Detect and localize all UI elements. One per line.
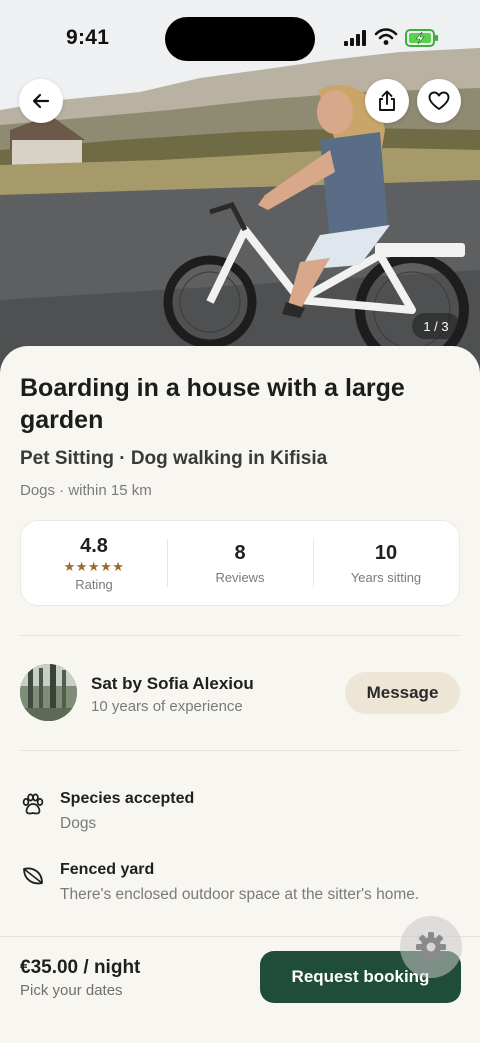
stat-rating[interactable]: 4.8 ★★★★★ Rating	[21, 521, 167, 605]
stats-card: 4.8 ★★★★★ Rating 8 Reviews 10 Years sitt…	[20, 520, 460, 606]
feature-species: Species accepted Dogs	[20, 790, 460, 840]
feature-desc: There's enclosed outdoor space at the si…	[60, 886, 420, 903]
rating-value: 4.8	[80, 534, 108, 557]
years-value: 10	[374, 541, 398, 564]
feature-desc: Dogs	[60, 815, 97, 832]
battery-charging-icon	[405, 29, 438, 47]
reviews-label: Reviews	[215, 569, 265, 585]
feature-fenced-yard: Fenced yard There's enclosed outdoor spa…	[20, 861, 460, 931]
heart-icon	[428, 91, 450, 110]
photo-counter: 1 / 3	[412, 313, 460, 339]
feature-title: Fenced yard	[60, 861, 155, 878]
back-button[interactable]	[19, 79, 63, 123]
message-button[interactable]: Message	[345, 672, 460, 714]
divider	[20, 635, 460, 636]
feature-title: Species accepted	[60, 790, 195, 807]
settings-fab[interactable]	[400, 916, 462, 978]
paw-icon	[22, 793, 44, 815]
host-name: Sat by Sofia Alexiou	[91, 674, 254, 693]
reviews-value: 8	[234, 541, 246, 564]
status-bar: 9:41	[0, 0, 480, 80]
host-experience: 10 years of experience	[91, 698, 243, 715]
rating-label: Rating	[75, 576, 113, 592]
listing-screen: 9:41 1 / 3 Boarding in a house with a la…	[0, 0, 480, 1043]
price-per-night: €35.00 / night	[20, 957, 141, 978]
wifi-icon	[374, 28, 398, 45]
stat-years: 10 Years sitting	[313, 521, 459, 605]
share-button[interactable]	[365, 79, 409, 123]
signal-icon	[344, 30, 366, 46]
avatar-forest-image	[20, 664, 77, 721]
rating-stars: ★★★★★	[63, 558, 125, 574]
gear-icon	[416, 932, 446, 962]
years-label: Years sitting	[350, 569, 422, 585]
avatar[interactable]	[20, 664, 77, 721]
share-icon	[379, 90, 395, 111]
pick-dates-link[interactable]: Pick your dates	[20, 982, 123, 999]
listing-meta: Dogs · within 15 km	[20, 482, 152, 499]
leaf-icon	[23, 867, 43, 885]
arrow-left-icon	[32, 93, 50, 109]
listing-title: Boarding in a house with a large garden	[20, 374, 405, 434]
divider	[20, 750, 460, 751]
dynamic-island	[165, 17, 315, 61]
status-time: 9:41	[66, 26, 110, 49]
stat-reviews[interactable]: 8 Reviews	[167, 521, 313, 605]
favorite-button[interactable]	[417, 79, 461, 123]
host-row: Sat by Sofia Alexiou 10 years of experie…	[20, 664, 460, 722]
listing-subtitle: Pet Sitting · Dog walking in Kifisia	[20, 448, 328, 469]
